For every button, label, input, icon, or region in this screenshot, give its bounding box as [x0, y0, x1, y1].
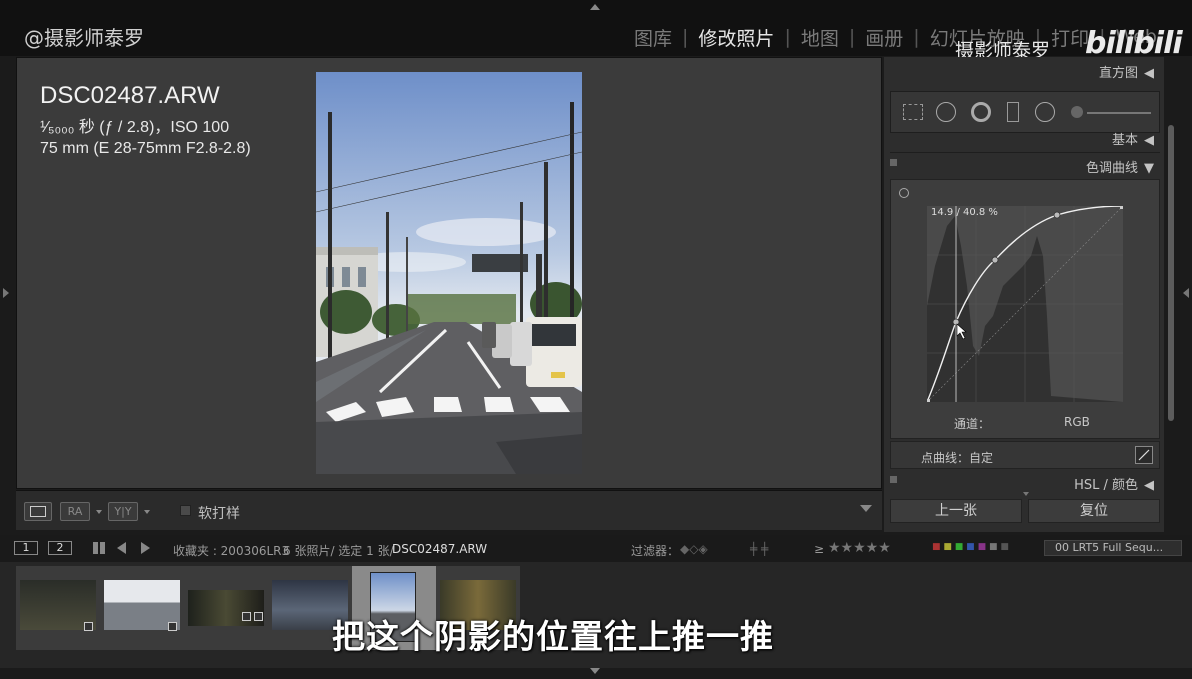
hsl-toggle[interactable]: [890, 476, 897, 483]
module-library[interactable]: 图库: [624, 24, 682, 51]
tone-curve-header[interactable]: 色调曲线 ▼: [1086, 157, 1154, 176]
photo-count: 6 张照片/ 选定 1 张/: [283, 544, 394, 558]
previous-button[interactable]: 上一张: [890, 499, 1022, 523]
graduated-filter-icon[interactable]: [1007, 102, 1019, 122]
hsl-header[interactable]: HSL / 颜色 ◀: [1074, 474, 1154, 493]
module-book[interactable]: 画册: [855, 24, 913, 51]
loupe-view-button[interactable]: [24, 502, 52, 521]
grid-icon[interactable]: [93, 542, 105, 554]
flag-filter-icons[interactable]: ◆◇◈: [680, 542, 708, 556]
basic-header[interactable]: 基本 ◀: [1112, 129, 1154, 148]
module-develop[interactable]: 修改照片: [688, 24, 784, 51]
edit-filter-icons[interactable]: ╪ ╪: [750, 542, 768, 556]
histogram-header[interactable]: 直方图 ◀: [1099, 62, 1154, 81]
tone-curve-graph[interactable]: [926, 205, 1124, 403]
collapse-bottom-icon[interactable]: [590, 668, 600, 674]
right-panel: 直方图 ◀ 基本 ◀ 色调曲线 ▼ 14.9 / 40.8 % 通道： RGB …: [884, 57, 1164, 532]
lightroom-app: @摄影师泰罗 图库 | 修改照片 | 地图 | 画册 | 幻灯片放映 | 打印 | Web …: [0, 0, 1192, 679]
photo-filename: DSC02487.ARW: [40, 82, 220, 109]
selected-file[interactable]: DSC02487.ARW: [392, 542, 487, 556]
channel-select[interactable]: RGB: [1064, 415, 1090, 429]
window-1-button[interactable]: 1: [14, 541, 38, 555]
point-curve-row: 点曲线：自定: [890, 441, 1160, 469]
forward-arrow-icon[interactable]: [141, 542, 150, 554]
photo-preview[interactable]: [316, 72, 582, 474]
chevron-down-icon[interactable]: [144, 510, 150, 514]
brush-size-slider[interactable]: [1087, 112, 1151, 114]
before-after-button[interactable]: RA: [60, 502, 90, 521]
soft-proof-checkbox[interactable]: [180, 505, 191, 516]
panel-end-icon: [1023, 492, 1029, 496]
photo-lens: 75 mm (E 28-75mm F2.8-2.8): [40, 140, 251, 157]
video-subtitle: 把这个阴影的位置往上推一推: [332, 617, 774, 656]
brush-tool-icon[interactable]: [1071, 106, 1083, 118]
star-rating-filter[interactable]: ★★★★★: [828, 540, 891, 556]
preset-select[interactable]: 00 LRT5 Full Sequ...: [1044, 540, 1182, 556]
bilibili-logo: bilibili: [1085, 26, 1183, 61]
crop-tool-icon[interactable]: [903, 104, 923, 120]
filter-label: 过滤器：: [631, 544, 680, 558]
window-2-button[interactable]: 2: [48, 541, 72, 555]
collapse-top-icon[interactable]: [590, 4, 600, 10]
rating-operator[interactable]: ≥: [814, 542, 824, 556]
target-adjust-icon[interactable]: [899, 188, 909, 198]
collection-label[interactable]: 收藏夹 : 200306LR3: [173, 542, 289, 559]
soft-proof-label: 软打样: [198, 506, 240, 522]
filmstrip-thumbnail[interactable]: [184, 566, 268, 650]
collapse-right-icon[interactable]: [1183, 288, 1189, 298]
watermark-left: @摄影师泰罗: [24, 26, 144, 50]
module-map[interactable]: 地图: [791, 24, 849, 51]
filmstrip-thumbnail[interactable]: [100, 566, 184, 650]
reset-button[interactable]: 复位: [1028, 499, 1160, 523]
module-bar: @摄影师泰罗 图库 | 修改照片 | 地图 | 画册 | 幻灯片放映 | 打印 | Web …: [0, 0, 1192, 62]
tone-curve-panel: 14.9 / 40.8 %: [890, 179, 1160, 439]
collapse-left-icon[interactable]: [3, 288, 9, 298]
back-arrow-icon[interactable]: [117, 542, 126, 554]
tool-strip: [890, 91, 1160, 133]
photo-info-overlay: DSC02487.ARW ¹⁄₅₀₀₀ 秒 (ƒ / 2.8)，ISO 100 …: [40, 82, 251, 158]
right-panel-scrollbar[interactable]: [1166, 57, 1176, 532]
develop-toolbar: RA Y|Y 软打样: [16, 490, 882, 530]
compare-view-button[interactable]: Y|Y: [108, 502, 138, 521]
photo-exposure: ¹⁄₅₀₀₀ 秒 (ƒ / 2.8)，ISO 100: [40, 119, 230, 136]
red-eye-icon[interactable]: [971, 102, 991, 122]
tone-curve-toggle[interactable]: [890, 159, 897, 166]
chevron-down-icon[interactable]: [96, 510, 102, 514]
spot-removal-icon[interactable]: [936, 102, 956, 122]
street-photo-image: [316, 72, 582, 474]
color-label-filter[interactable]: ■ ■ ■ ■ ■ ■ ■: [932, 542, 1009, 552]
curve-readout: 14.9 / 40.8 %: [931, 207, 998, 218]
point-curve-select[interactable]: 点曲线：自定: [921, 449, 993, 466]
filmstrip-bar: 1 2 收藏夹 : 200306LR3 6 张照片/ 选定 1 张/ DSC02…: [0, 535, 1192, 562]
channel-label: 通道：: [954, 417, 991, 431]
filmstrip-thumbnail[interactable]: [16, 566, 100, 650]
radial-filter-icon[interactable]: [1035, 102, 1055, 122]
toolbar-options-icon[interactable]: [860, 505, 872, 512]
edit-point-curve-icon[interactable]: [1135, 446, 1153, 464]
